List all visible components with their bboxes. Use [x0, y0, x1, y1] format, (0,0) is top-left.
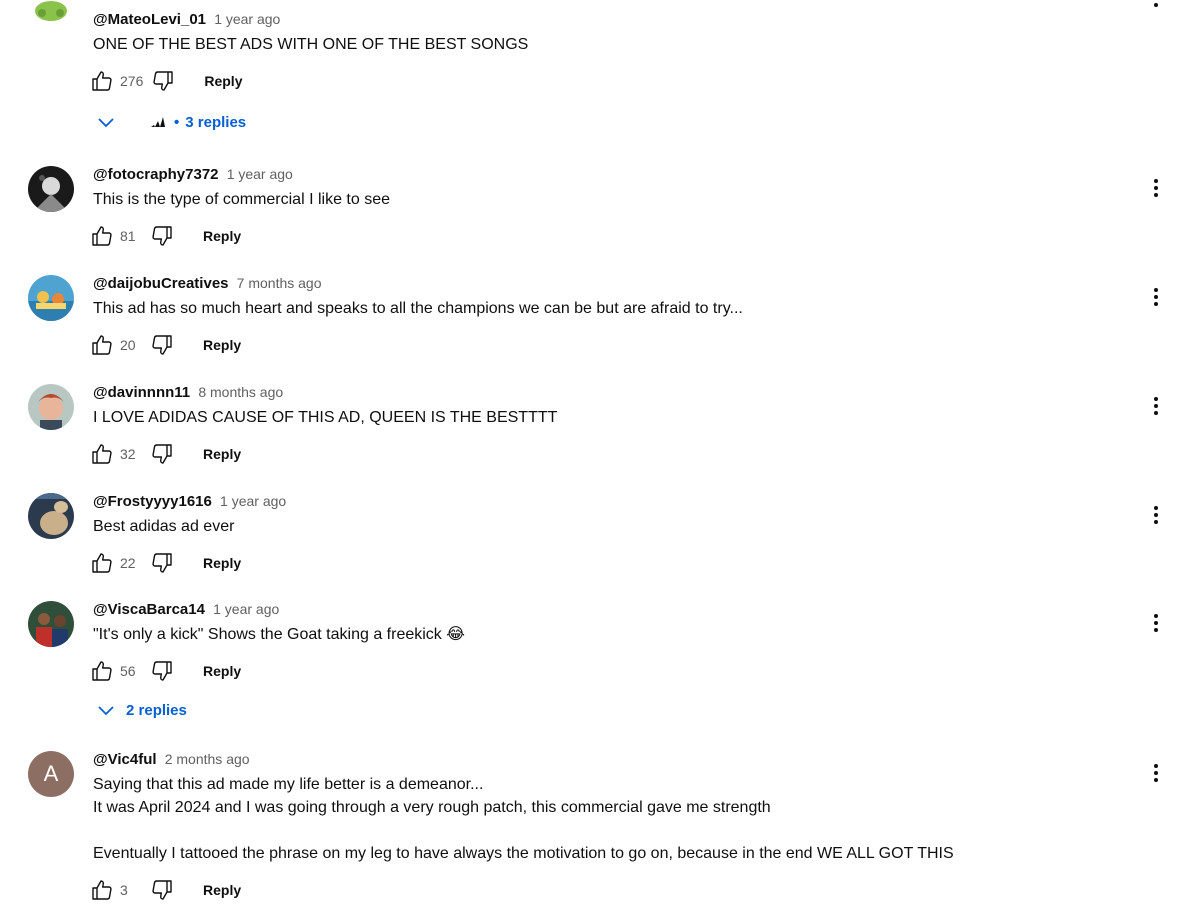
reply-button[interactable]: Reply — [203, 555, 241, 571]
thumbs-up-icon[interactable] — [90, 224, 114, 248]
reply-button[interactable]: Reply — [203, 882, 241, 898]
like-count: 56 — [120, 663, 136, 679]
thumbs-up-icon[interactable] — [90, 878, 114, 902]
comment-text: I LOVE ADIDAS CAUSE OF THIS AD, QUEEN IS… — [93, 409, 558, 426]
thumbs-down-icon[interactable] — [150, 551, 174, 575]
comment-actions: 22 Reply — [90, 549, 241, 577]
comment-text: This is the type of commercial I like to… — [93, 191, 390, 208]
comment-time[interactable]: 7 months ago — [237, 275, 322, 291]
thumbs-down-icon[interactable] — [150, 224, 174, 248]
comment-actions: 276 Reply — [90, 67, 242, 95]
comment-actions: 81 Reply — [90, 222, 241, 250]
avatar[interactable] — [28, 275, 74, 321]
thumbs-up-icon[interactable] — [90, 659, 114, 683]
more-actions-icon[interactable] — [1146, 176, 1166, 200]
like-count: 32 — [120, 446, 136, 462]
more-actions-icon[interactable] — [1146, 761, 1166, 785]
more-actions-icon[interactable] — [1146, 285, 1166, 309]
chevron-down-icon — [98, 706, 114, 716]
avatar[interactable] — [28, 601, 74, 647]
thumbs-up-icon[interactable] — [90, 69, 114, 93]
reply-button[interactable]: Reply — [203, 337, 241, 353]
comment-header: @davinnnn11 8 months ago — [93, 384, 283, 401]
comment-actions: 56 Reply — [90, 657, 241, 685]
adidas-logo-icon — [151, 117, 165, 127]
more-actions-icon[interactable] — [1146, 0, 1166, 10]
comment-header: @daijobuCreatives 7 months ago — [93, 275, 322, 292]
more-actions-icon[interactable] — [1146, 503, 1166, 527]
thumbs-up-icon[interactable] — [90, 333, 114, 357]
comment-text: Best adidas ad ever — [93, 518, 235, 535]
comment-text: ONE OF THE BEST ADS WITH ONE OF THE BEST… — [93, 36, 529, 53]
like-count: 22 — [120, 555, 136, 571]
comment-header: @fotocraphy7372 1 year ago — [93, 166, 293, 183]
replies-label[interactable]: 2 replies — [126, 702, 187, 719]
thumbs-down-icon[interactable] — [150, 659, 174, 683]
thumbs-down-icon[interactable] — [150, 878, 174, 902]
comment-header: @Frostyyyy1616 1 year ago — [93, 493, 286, 510]
avatar[interactable]: A — [28, 751, 74, 797]
more-actions-icon[interactable] — [1146, 394, 1166, 418]
comment-author[interactable]: @ViscaBarca14 — [93, 601, 205, 618]
avatar[interactable] — [28, 0, 74, 37]
avatar[interactable] — [28, 384, 74, 430]
comment-author[interactable]: @fotocraphy7372 — [93, 166, 219, 183]
avatar[interactable] — [28, 493, 74, 539]
comment-actions: 32 Reply — [90, 440, 241, 468]
comment-time[interactable]: 1 year ago — [213, 601, 279, 617]
comment-header: @MateoLevi_01 1 year ago — [93, 11, 280, 28]
comment-time[interactable]: 8 months ago — [198, 384, 283, 400]
comment-time[interactable]: 1 year ago — [220, 493, 286, 509]
reply-button[interactable]: Reply — [203, 228, 241, 244]
like-count: 276 — [120, 73, 144, 89]
reply-button[interactable]: Reply — [204, 73, 242, 89]
comment-header: @Vic4ful 2 months ago — [93, 751, 250, 768]
comment-text: "It's only a kick" Shows the Goat taking… — [93, 626, 465, 643]
comment-header: @ViscaBarca14 1 year ago — [93, 601, 279, 618]
comment-time[interactable]: 1 year ago — [227, 166, 293, 182]
comment-author[interactable]: @daijobuCreatives — [93, 275, 229, 292]
replies-label[interactable]: 3 replies — [185, 114, 246, 131]
comment-author[interactable]: @Frostyyyy1616 — [93, 493, 212, 510]
avatar[interactable] — [28, 166, 74, 212]
comment-actions: 3 Reply — [90, 876, 241, 904]
thumbs-up-icon[interactable] — [90, 551, 114, 575]
reply-button[interactable]: Reply — [203, 663, 241, 679]
thumbs-up-icon[interactable] — [90, 442, 114, 466]
thumbs-down-icon[interactable] — [150, 333, 174, 357]
like-count: 81 — [120, 228, 136, 244]
separator-dot: • — [174, 113, 180, 131]
thumbs-down-icon[interactable] — [150, 442, 174, 466]
view-replies-button[interactable]: 2 replies — [96, 697, 187, 723]
comment-author[interactable]: @MateoLevi_01 — [93, 11, 206, 28]
like-count: 20 — [120, 337, 136, 353]
more-actions-icon[interactable] — [1146, 611, 1166, 635]
view-replies-button[interactable]: • 3 replies — [96, 109, 246, 135]
comment-actions: 20 Reply — [90, 331, 241, 359]
comment-author[interactable]: @davinnnn11 — [93, 384, 190, 401]
comment-time[interactable]: 1 year ago — [214, 11, 280, 27]
comment-text: This ad has so much heart and speaks to … — [93, 300, 743, 317]
thumbs-down-icon[interactable] — [151, 69, 175, 93]
reply-button[interactable]: Reply — [203, 446, 241, 462]
comment-time[interactable]: 2 months ago — [165, 751, 250, 767]
comment-author[interactable]: @Vic4ful — [93, 751, 157, 768]
comment-text: Saying that this ad made my life better … — [93, 776, 954, 862]
like-count: 3 — [120, 882, 128, 898]
chevron-down-icon — [98, 118, 114, 128]
